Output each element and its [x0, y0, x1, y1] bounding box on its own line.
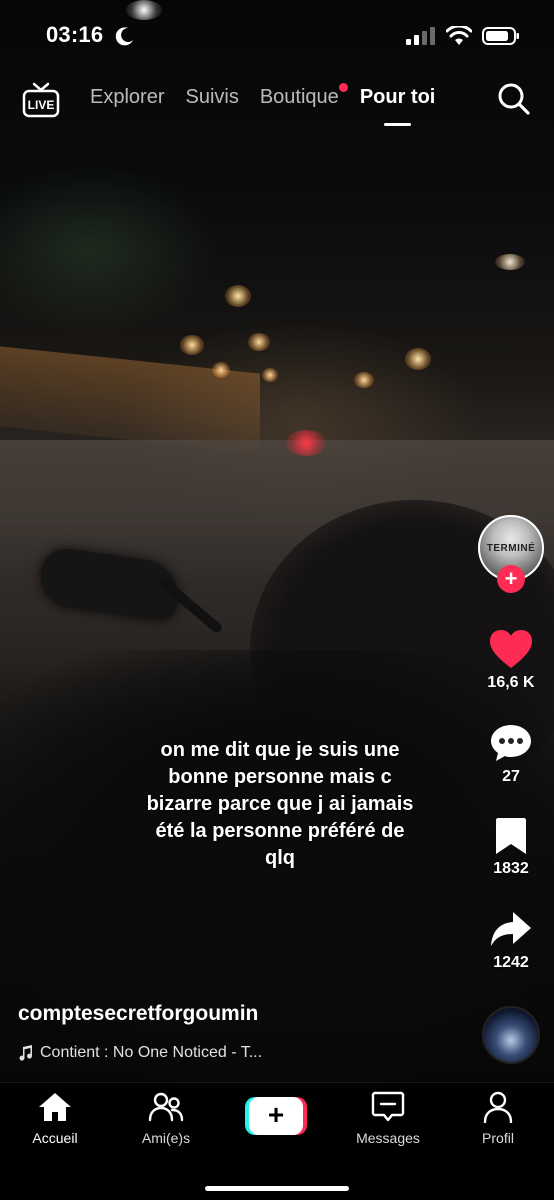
street-light: [354, 372, 374, 388]
video-caption: on me dit que je suis une bonne personne…: [146, 739, 414, 869]
home-icon: [39, 1093, 71, 1121]
tab-suivis[interactable]: Suivis: [185, 86, 238, 109]
music-disc[interactable]: [482, 1006, 540, 1064]
signal-icon: [406, 27, 435, 45]
nav-label: Profil: [482, 1130, 514, 1146]
street-light: [248, 333, 270, 351]
tab-label: Suivis: [185, 86, 239, 108]
nav-label: Messages: [356, 1130, 420, 1146]
home-indicator[interactable]: [205, 1186, 349, 1191]
save-count: 1832: [493, 860, 529, 877]
wifi-icon: [446, 26, 472, 45]
nav-label: Accueil: [32, 1130, 78, 1146]
moon-icon: [115, 27, 133, 46]
music-note-icon: [19, 1045, 33, 1061]
share-button[interactable]: 1242: [476, 910, 546, 972]
live-button[interactable]: LIVE: [22, 82, 60, 118]
save-button[interactable]: 1832: [476, 816, 546, 878]
creator-username[interactable]: comptesecretforgoumin: [18, 1002, 258, 1026]
creator-avatar[interactable]: TERMINÉ +: [478, 515, 544, 593]
feed-tabs: Explorer Suivis Boutique Pour toi: [90, 83, 436, 126]
heart-icon: [490, 630, 532, 668]
tab-pour-toi[interactable]: Pour toi: [359, 86, 436, 126]
share-count: 1242: [493, 954, 529, 971]
comment-icon: [491, 725, 531, 761]
music-text: Contient : No One Noticed - T...: [40, 1044, 263, 1061]
follow-plus-icon[interactable]: +: [497, 565, 525, 593]
like-button[interactable]: 16,6 K: [476, 628, 546, 692]
street-light: [180, 335, 204, 355]
avatar-text: TERMINÉ: [486, 542, 536, 554]
music-info[interactable]: Contient : No One Noticed - T...: [18, 1044, 262, 1062]
tab-label: Explorer: [90, 86, 165, 108]
tab-label: Pour toi: [359, 86, 436, 108]
status-time: 03:16: [46, 22, 104, 47]
like-count: 16,6 K: [487, 674, 535, 691]
live-tv-icon: LIVE: [22, 82, 60, 118]
street-light: [225, 285, 251, 307]
nav-messages[interactable]: Messages: [338, 1091, 438, 1146]
notification-dot: [338, 83, 348, 92]
status-icons: [406, 26, 520, 46]
nav-accueil[interactable]: Accueil: [5, 1091, 105, 1146]
tab-label: Boutique: [259, 86, 339, 108]
nav-profil[interactable]: Profil: [448, 1091, 548, 1146]
battery-icon: [482, 27, 519, 45]
create-plus-icon: +: [249, 1097, 303, 1135]
street-light: [495, 254, 525, 270]
street-light: [126, 0, 162, 20]
inbox-icon: [371, 1091, 405, 1122]
comment-button[interactable]: 27: [476, 722, 546, 786]
tab-boutique[interactable]: Boutique: [259, 83, 348, 109]
nav-amis[interactable]: Ami(e)s: [116, 1091, 216, 1146]
live-label: LIVE: [28, 98, 55, 112]
search-icon[interactable]: [497, 82, 531, 116]
street-light: [212, 362, 230, 378]
share-arrow-icon: [491, 912, 531, 946]
car-tail-light: [286, 430, 326, 456]
bookmark-icon: [496, 818, 526, 854]
bottom-nav: Accueil Ami(e)s + Messages Profil: [0, 1082, 554, 1200]
street-light: [405, 348, 431, 370]
street-light: [262, 368, 278, 382]
create-button[interactable]: +: [245, 1097, 307, 1135]
tab-explorer[interactable]: Explorer: [90, 86, 164, 109]
comment-count: 27: [502, 768, 520, 785]
friends-icon: [148, 1092, 184, 1122]
profile-icon: [483, 1091, 513, 1124]
nav-label: Ami(e)s: [141, 1130, 191, 1146]
video-player[interactable]: [0, 0, 554, 1082]
